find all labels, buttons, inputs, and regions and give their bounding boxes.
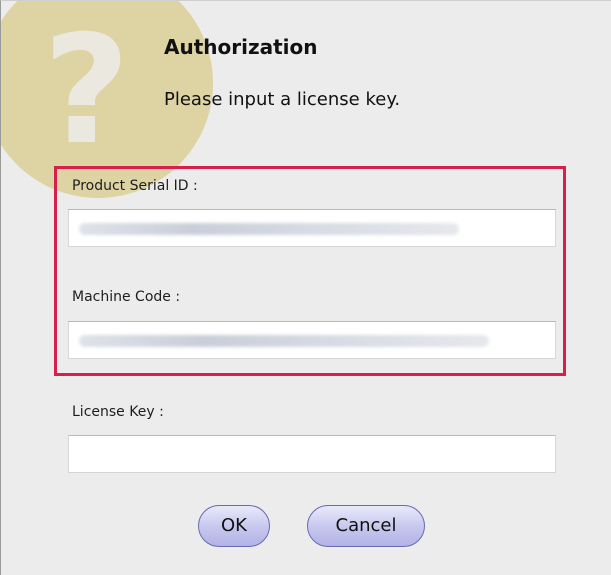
question-mark-glyph: ?: [43, 4, 131, 178]
authorization-dialog: ? Authorization Please input a license k…: [0, 0, 611, 575]
machine-code-field[interactable]: [68, 321, 556, 359]
serial-id-field[interactable]: [68, 209, 556, 247]
license-key-field[interactable]: [68, 435, 556, 473]
dialog-message: Please input a license key.: [164, 89, 401, 110]
dialog-title: Authorization: [164, 35, 318, 59]
cancel-button[interactable]: Cancel: [307, 505, 425, 547]
serial-id-label: Product Serial ID :: [72, 178, 198, 194]
license-key-label: License Key :: [72, 404, 164, 420]
serial-id-value-blurred: [79, 223, 459, 235]
machine-code-label: Machine Code :: [72, 289, 181, 305]
ok-button[interactable]: OK: [198, 505, 270, 547]
machine-code-value-blurred: [79, 335, 489, 347]
